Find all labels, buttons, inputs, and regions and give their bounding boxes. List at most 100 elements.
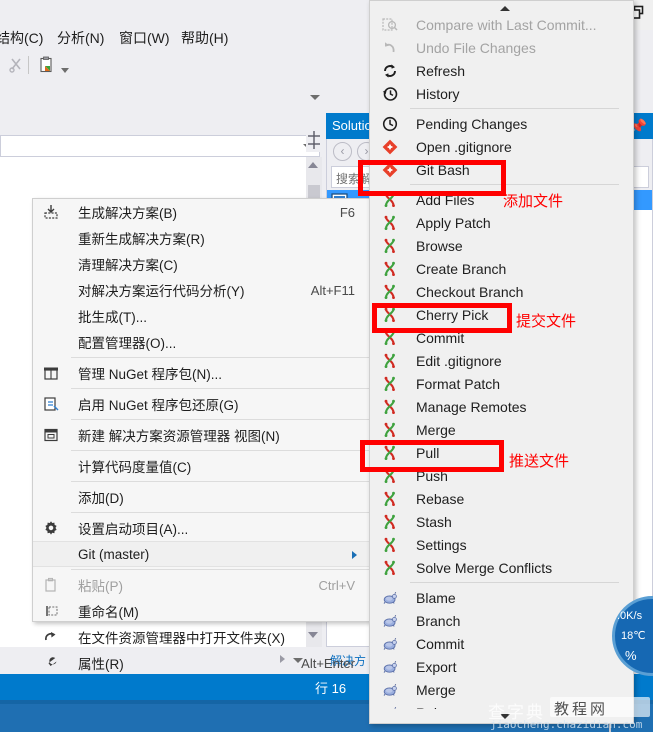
- git-branch-icon: [381, 467, 399, 485]
- git-submenu-item-cherry-pick-12[interactable]: Cherry Pick: [370, 303, 633, 326]
- wrench-icon: [42, 654, 60, 672]
- temperature-value: 18℃: [621, 630, 646, 642]
- nuget-icon: [42, 364, 60, 382]
- git-branch-icon: [381, 306, 399, 324]
- git-submenu-item-commit-26[interactable]: Commit: [370, 632, 633, 655]
- git-submenu-separator: [410, 582, 619, 583]
- context-menu-item-enable-nuget-restore[interactable]: 启用 NuGet 程序包还原(G): [33, 391, 369, 417]
- network-speed-value: .0K/s: [617, 610, 643, 622]
- git-branch-icon: [381, 375, 399, 393]
- git-submenu-item-format-patch-15[interactable]: Format Patch: [370, 372, 633, 395]
- git-submenu-item-solve-merge-conflicts-23[interactable]: Solve Merge Conflicts: [370, 556, 633, 579]
- context-menu-item-rebuild-solution[interactable]: 重新生成解决方案(R): [33, 225, 369, 251]
- context-menu-separator: [71, 419, 369, 420]
- menu-item-architecture[interactable]: 结构(C): [0, 28, 43, 48]
- git-submenu-item-label: Open .gitignore: [416, 138, 512, 155]
- git-submenu-item-compare-with-last-commit-0: Compare with Last Commit...: [370, 13, 633, 36]
- context-menu-item-label: 新建 解决方案资源管理器 视图(N): [78, 429, 280, 444]
- editor-navigation-dropdown[interactable]: [0, 135, 320, 157]
- refresh-icon: [381, 62, 399, 80]
- git-submenu-item-open-gitignore-5[interactable]: Open .gitignore: [370, 135, 633, 158]
- git-submenu-item-label: Checkout Branch: [416, 283, 524, 300]
- context-menu-separator: [71, 357, 369, 358]
- context-menu-item-label: 添加(D): [78, 491, 124, 506]
- nuget-restore-icon: [42, 395, 60, 413]
- context-menu-item-paste: 粘贴(P) Ctrl+V: [33, 572, 369, 598]
- git-submenu-item-apply-patch-8[interactable]: Apply Patch: [370, 211, 633, 234]
- git-submenu-item-blame-24[interactable]: Blame: [370, 586, 633, 609]
- git-branch-icon: [381, 214, 399, 232]
- toolbar-separator: [28, 56, 29, 74]
- back-arrow-icon[interactable]: ‹: [333, 142, 352, 161]
- editor-dropdown-chevron-icon[interactable]: [310, 95, 320, 100]
- menu-item-help[interactable]: 帮助(H): [181, 28, 228, 48]
- git-submenu-item-commit-13[interactable]: Commit: [370, 326, 633, 349]
- git-submenu-item-label: Refresh: [416, 62, 466, 79]
- menu-item-analyze[interactable]: 分析(N): [57, 28, 104, 48]
- git-submenu-item-manage-remotes-16[interactable]: Manage Remotes: [370, 395, 633, 418]
- context-menu-separator: [71, 450, 369, 451]
- cpu-usage-value: %: [625, 648, 637, 663]
- git-submenu-item-branch-25[interactable]: Branch: [370, 609, 633, 632]
- git-submenu-item-history-3[interactable]: History: [370, 82, 633, 105]
- history-icon: [381, 85, 399, 103]
- git-submenu-item-create-branch-10[interactable]: Create Branch: [370, 257, 633, 280]
- context-menu-item-open-folder-in-file-explorer[interactable]: 在文件资源管理器中打开文件夹(X): [33, 624, 369, 650]
- context-menu-item-label: Git (master): [78, 546, 150, 562]
- context-menu-item-label: 属性(R): [78, 657, 124, 672]
- git-submenu-item-label: Add Files: [416, 191, 475, 208]
- git-submenu-item-browse-9[interactable]: Browse: [370, 234, 633, 257]
- context-menu-item-calculate-code-metrics[interactable]: 计算代码度量值(C): [33, 453, 369, 479]
- context-menu-item-build-solution[interactable]: 生成解决方案(B) F6: [33, 199, 369, 225]
- context-menu-item-label: 重命名(M): [78, 605, 139, 620]
- compare-icon: [381, 16, 399, 34]
- context-menu-item-clean-solution[interactable]: 清理解决方案(C): [33, 251, 369, 277]
- context-menu-item-add[interactable]: 添加(D): [33, 484, 369, 510]
- git-submenu-item-export-27[interactable]: Export: [370, 655, 633, 678]
- scroll-up-arrow-icon[interactable]: [308, 162, 318, 168]
- git-submenu-item-merge-17[interactable]: Merge: [370, 418, 633, 441]
- git-submenu-item-settings-22[interactable]: Settings: [370, 533, 633, 556]
- git-submenu-item-label: Manage Remotes: [416, 398, 527, 415]
- toolbar-overflow-chevron-icon[interactable]: [58, 62, 78, 82]
- git-submenu-item-add-files-7[interactable]: Add Files: [370, 188, 633, 211]
- context-menu-item-batch-build[interactable]: 批生成(T)...: [33, 303, 369, 329]
- git-submenu-item-rebase-20[interactable]: Rebase: [370, 487, 633, 510]
- git-branch-icon: [381, 513, 399, 531]
- context-menu-item-configuration-manager[interactable]: 配置管理器(O)...: [33, 329, 369, 355]
- context-menu-item-properties[interactable]: 属性(R) Alt+Enter: [33, 650, 369, 676]
- git-submenu-item-pending-changes-4[interactable]: Pending Changes: [370, 112, 633, 135]
- git-submenu-item-pull-18[interactable]: Pull: [370, 441, 633, 464]
- git-submenu-item-git-bash-6[interactable]: Git Bash: [370, 158, 633, 181]
- context-menu-item-rename[interactable]: 重命名(M): [33, 598, 369, 624]
- git-branch-icon: [381, 260, 399, 278]
- solution-context-menu[interactable]: 生成解决方案(B) F6 重新生成解决方案(R) 清理解决方案(C) 对解决方案…: [32, 198, 370, 672]
- git-submenu-item-stash-21[interactable]: Stash: [370, 510, 633, 533]
- git-submenu-item-refresh-2[interactable]: Refresh: [370, 59, 633, 82]
- context-menu-item-set-startup-projects[interactable]: 设置启动项目(A)...: [33, 515, 369, 541]
- status-line-number: 行 16: [315, 681, 347, 696]
- context-menu-item-label: 启用 NuGet 程序包还原(G): [78, 398, 239, 413]
- context-menu-item-new-solution-explorer-view[interactable]: 新建 解决方案资源管理器 视图(N): [33, 422, 369, 448]
- menu-item-window[interactable]: 窗口(W): [119, 28, 170, 48]
- scroll-up-arrow-icon: [500, 6, 510, 11]
- watermark-brand-secondary: 教程网: [554, 700, 609, 718]
- context-menu-item-manage-nuget[interactable]: 管理 NuGet 程序包(N)...: [33, 360, 369, 386]
- git-branch-icon: [381, 490, 399, 508]
- context-menu-item-label: 清理解决方案(C): [78, 258, 178, 273]
- editor-split-handle[interactable]: [306, 128, 322, 152]
- git-submenu-item-checkout-branch-11[interactable]: Checkout Branch: [370, 280, 633, 303]
- callout-commit: 提交文件: [516, 312, 577, 330]
- context-menu-item-git-master[interactable]: Git (master): [33, 541, 369, 567]
- git-submenu-item-edit-gitignore-14[interactable]: Edit .gitignore: [370, 349, 633, 372]
- paste-special-icon[interactable]: [38, 56, 58, 76]
- git-submenu-item-label: Browse: [416, 237, 463, 254]
- tortoise-icon: [381, 612, 399, 630]
- cut-icon[interactable]: [8, 56, 28, 76]
- context-menu-item-label: 设置启动项目(A)...: [78, 522, 189, 537]
- git-submenu-item-push-19[interactable]: Push: [370, 464, 633, 487]
- git-submenu-item-label: Pull: [416, 444, 440, 461]
- tortoise-icon: [381, 589, 399, 607]
- git-submenu[interactable]: Compare with Last Commit... Undo File Cha…: [369, 0, 634, 724]
- context-menu-item-run-code-analysis[interactable]: 对解决方案运行代码分析(Y) Alt+F11: [33, 277, 369, 303]
